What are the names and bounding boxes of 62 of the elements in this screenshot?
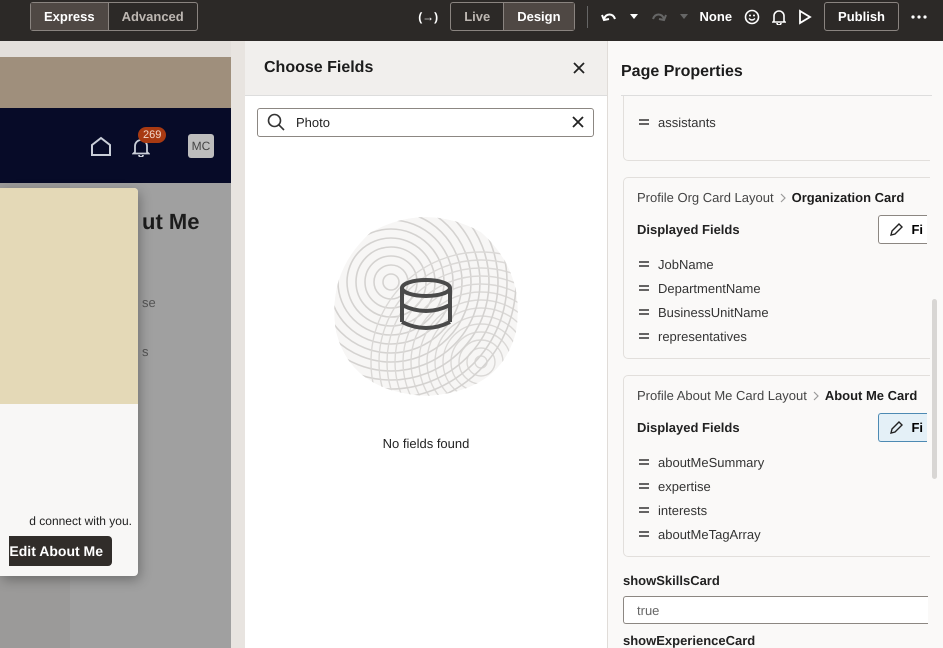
field-name: DepartmentName [658, 280, 761, 296]
field-name: interests [658, 502, 708, 518]
breadcrumb-link[interactable]: Profile About Me Card Layout [637, 388, 807, 403]
card-text: d connect with you. [29, 514, 132, 528]
setting-label: showExperienceCard [623, 633, 756, 648]
panel-title: Choose Fields [264, 59, 374, 77]
drag-handle-icon[interactable] [639, 261, 649, 267]
setting-input[interactable]: true [623, 596, 928, 624]
section-heading: ut Me [142, 209, 200, 235]
home-icon[interactable] [90, 136, 112, 156]
section-label: Displayed Fields [637, 420, 740, 435]
mode-tab[interactable]: Advanced [108, 3, 197, 30]
field-name: assistants [658, 114, 716, 130]
bell-icon[interactable] [772, 8, 786, 24]
view-tab[interactable]: Design [503, 3, 574, 30]
empty-message: No fields found [382, 436, 470, 451]
scrollbar[interactable] [932, 299, 937, 479]
edit-about-me-button[interactable]: Edit About Me [9, 536, 112, 566]
field-name: BusinessUnitName [658, 304, 769, 320]
fields-button[interactable]: Fi [878, 413, 927, 442]
breadcrumb-link[interactable]: Profile Org Card Layout [637, 190, 774, 205]
setting-label: showSkillsCard [623, 573, 721, 588]
bell-icon[interactable] [132, 136, 150, 156]
drag-handle-icon[interactable] [639, 285, 649, 291]
clear-icon[interactable] [572, 116, 584, 128]
mode-tab[interactable]: Express [31, 3, 108, 30]
drag-handle-icon[interactable] [639, 309, 649, 315]
drag-handle-icon[interactable] [639, 459, 649, 465]
search-icon [267, 113, 285, 131]
fields-button[interactable]: Fi [878, 215, 927, 244]
variable-glyph[interactable]: (→) [418, 10, 438, 24]
smiley-icon[interactable] [744, 8, 760, 24]
search-field[interactable]: Photo [257, 108, 594, 137]
chevron-icon [812, 390, 819, 400]
undo-target-label: None [700, 9, 732, 24]
chevron-icon [780, 192, 786, 202]
drag-handle-icon[interactable] [639, 531, 649, 537]
field-name: representatives [658, 328, 747, 344]
field-name: aboutMeSummary [658, 454, 764, 470]
field-name: expertise [658, 478, 711, 494]
drag-handle-icon[interactable] [639, 507, 649, 513]
section-label: Displayed Fields [637, 222, 740, 237]
card-name: About Me Card [824, 388, 918, 403]
drag-handle-icon[interactable] [639, 483, 649, 489]
field-name: JobName [658, 256, 714, 272]
text-snippet: se [142, 295, 157, 310]
notification-count: 269 [138, 126, 166, 142]
publish-button[interactable]: Publish [824, 2, 899, 31]
drag-handle-icon[interactable] [639, 333, 649, 339]
card-name: Organization Card [792, 190, 904, 205]
caret-icon [680, 14, 688, 19]
text-snippet: s [142, 344, 150, 359]
field-name: aboutMeTagArray [658, 526, 761, 542]
pencil-icon [889, 222, 904, 236]
view-tab[interactable]: Live [451, 3, 504, 30]
drag-handle-icon[interactable] [639, 119, 649, 125]
more-icon[interactable] [911, 14, 927, 18]
close-icon[interactable] [573, 62, 585, 74]
avatar[interactable]: MC [188, 134, 214, 158]
pencil-icon [889, 420, 904, 434]
caret-icon[interactable] [630, 14, 638, 19]
play-icon[interactable] [798, 8, 812, 24]
